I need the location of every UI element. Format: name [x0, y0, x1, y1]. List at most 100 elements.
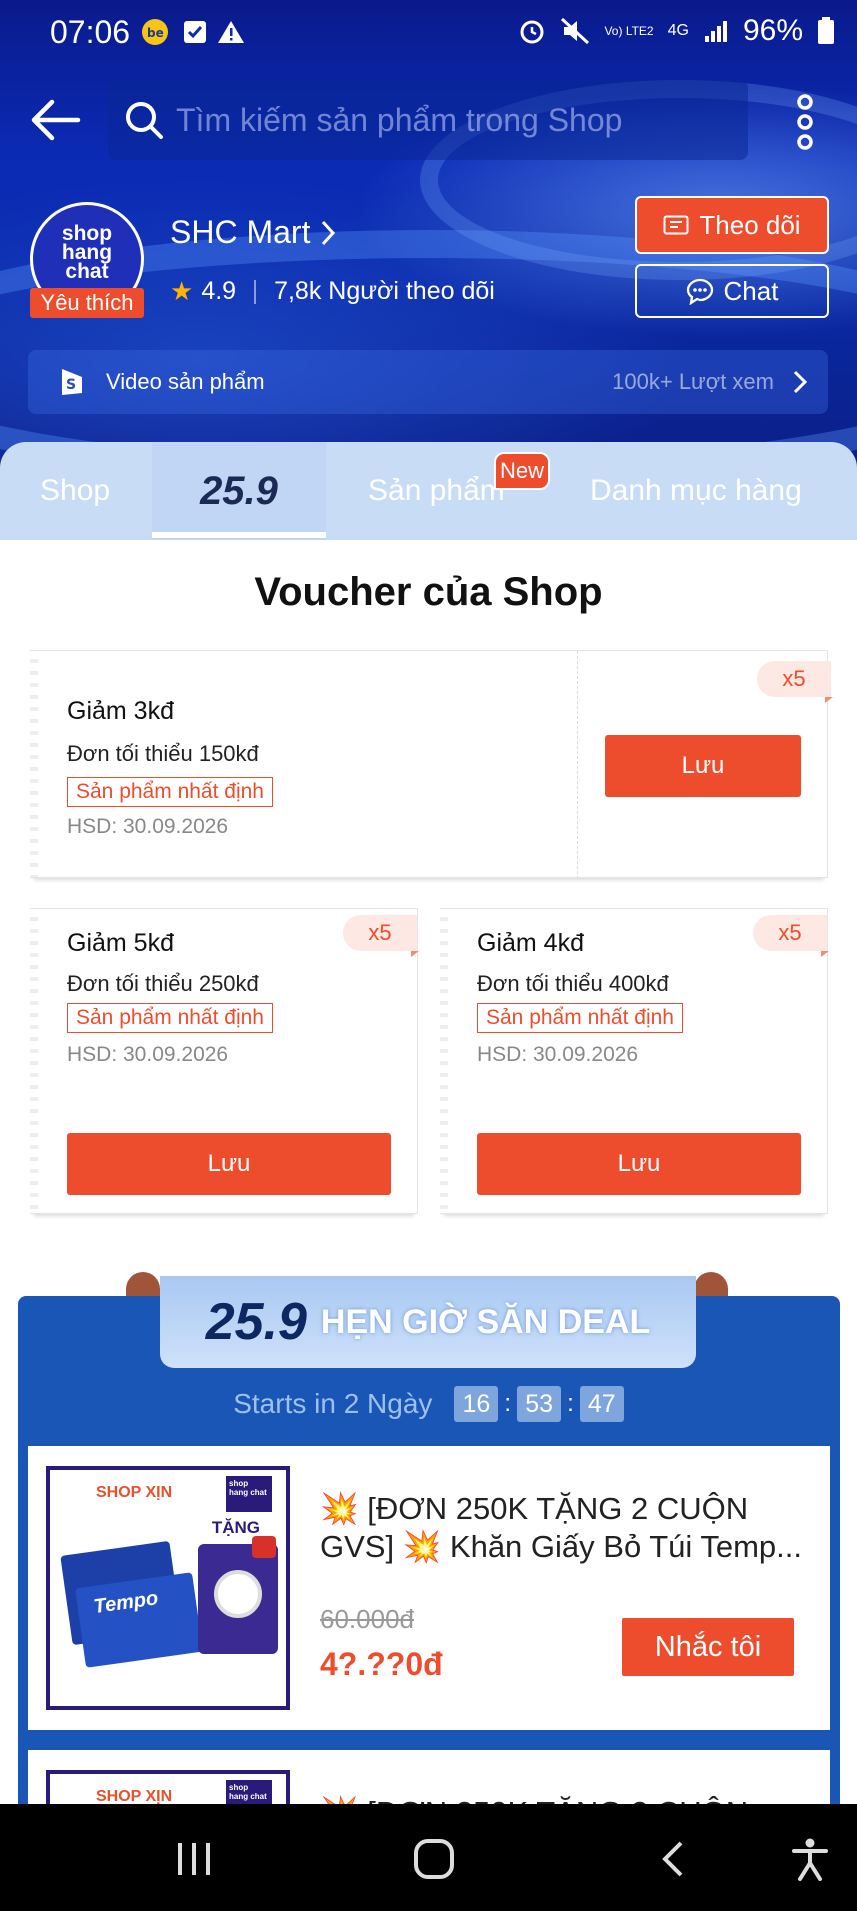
countdown-seconds: 47	[579, 1386, 624, 1422]
alarm-icon	[520, 20, 544, 44]
voucher-min-order: Đơn tối thiểu 400kđ	[477, 971, 669, 996]
thumb-gift-label: TẶNG	[211, 1518, 260, 1537]
video-logo-icon: S	[62, 369, 82, 395]
shop-name-link[interactable]: SHC Mart	[170, 214, 338, 251]
chevron-right-icon	[793, 370, 808, 394]
voucher-discount: Giảm 3kđ	[67, 697, 174, 725]
shop-info: shop hang chat Yêu thích SHC Mart ★ 4.9 …	[0, 196, 857, 330]
status-bar: 07:06 be Vo) LTE2 4G 96%	[0, 0, 857, 66]
voucher-qty-badge: x5	[753, 915, 829, 957]
voucher-edge	[440, 909, 448, 1213]
countdown-colon: :	[567, 1390, 574, 1417]
battery-icon	[818, 17, 834, 44]
shop-tabs: Shop 25.9 Sản phẩm Danh mục hàng	[0, 442, 857, 540]
save-voucher-button[interactable]: Lưu	[477, 1133, 801, 1195]
svg-text:S: S	[66, 377, 76, 393]
voucher-qty-badge: x5	[757, 661, 833, 703]
countdown-minutes: 53	[517, 1386, 562, 1422]
star-icon: ★	[170, 276, 194, 306]
product-old-price: 60.000đ	[320, 1604, 414, 1634]
voucher-discount: Giảm 4kđ	[477, 929, 584, 957]
thumb-ribbon	[252, 1536, 276, 1558]
shop-followers: 7,8k Người theo dõi	[274, 277, 495, 305]
chat-label: Chat	[723, 275, 779, 306]
back-icon[interactable]	[642, 1834, 702, 1884]
save-voucher-button[interactable]: Lưu	[67, 1133, 391, 1195]
system-nav-bar	[0, 1804, 857, 1911]
battery-percent: 96%	[742, 14, 803, 47]
shop-logo-text: shop hang chat	[61, 221, 113, 283]
tab-shop[interactable]: Shop	[40, 442, 110, 540]
warning-icon	[216, 18, 246, 46]
shop-meta: ★ 4.9 7,8k Người theo dõi	[170, 276, 495, 307]
tab-products[interactable]: Sản phẩm	[368, 442, 505, 540]
follow-label: Theo dõi	[699, 209, 801, 240]
signal-icon	[704, 21, 727, 42]
checkbox-notification-icon	[180, 18, 210, 46]
product-thumbnail[interactable]: SHOP XỊN shop hang chat TẶNG Tempo	[46, 1466, 290, 1710]
status-right: Vo) LTE2 4G 96%	[518, 14, 835, 48]
voucher-divider	[577, 651, 578, 879]
recent-apps-icon[interactable]	[164, 1834, 224, 1884]
volte-label: Vo) LTE2	[604, 24, 654, 38]
voucher-card: Giảm 4kđ Đơn tối thiểu 400kđ Sản phẩm nh…	[440, 908, 829, 1214]
thumb-shop-logo: shop hang chat	[226, 1476, 272, 1512]
voucher-discount: Giảm 5kđ	[67, 929, 174, 957]
voucher-tag: Sản phẩm nhất định	[67, 777, 273, 807]
deal-number: 25.9	[205, 1293, 307, 1351]
active-tab-indicator	[152, 532, 326, 538]
search-icon	[126, 102, 163, 139]
product-title[interactable]: 💥 [ĐƠN 250K TẶNG 2 CUỘN GVS] 💥 Khăn Giấy…	[320, 1490, 810, 1566]
voucher-edge	[30, 909, 38, 1213]
voucher-edge	[30, 651, 38, 877]
more-options-icon[interactable]	[787, 94, 823, 150]
voucher-section-title: Voucher của Shop	[254, 570, 603, 614]
product-price: 4?.??0đ	[320, 1646, 443, 1682]
deal-title: HẸN GIỜ SĂN DEAL	[320, 1302, 651, 1341]
deal-countdown: Starts in 2 Ngày 16 : 53 : 47	[0, 1386, 857, 1422]
countdown-colon: :	[504, 1390, 512, 1417]
shop-header: 07:06 be Vo) LTE2 4G 96% Tìm kiếm sản ph…	[0, 0, 857, 470]
shop-name: SHC Mart	[170, 214, 311, 250]
follow-button[interactable]: Theo dõi	[635, 196, 829, 254]
chat-button[interactable]: Chat	[635, 264, 829, 318]
accessibility-icon[interactable]	[780, 1834, 840, 1884]
network-label: 4G	[667, 22, 689, 39]
voucher-min-order: Đơn tối thiểu 150kđ	[67, 741, 259, 766]
thumb-shop-label: SHOP XỊN	[96, 1484, 173, 1501]
favorite-badge: Yêu thích	[30, 288, 144, 318]
voucher-min-order: Đơn tối thiểu 250kđ	[67, 971, 259, 996]
be-app-icon: be	[140, 18, 170, 46]
search-bar[interactable]	[108, 80, 748, 160]
thumb-brand: Tempo	[75, 1572, 203, 1668]
chevron-right-icon	[322, 220, 336, 245]
product-video-bar[interactable]: S Video sản phẩm 100k+ Lượt xem	[28, 350, 828, 414]
voucher-expiry: HSD: 30.09.2026	[477, 1043, 639, 1066]
countdown-hours: 16	[454, 1386, 499, 1422]
voucher-qty-badge: x5	[343, 915, 419, 957]
tab-categories[interactable]: Danh mục hàng	[590, 442, 820, 540]
remind-me-button[interactable]: Nhắc tôi	[622, 1618, 794, 1676]
ticket-icon	[663, 215, 689, 235]
voucher-card: Giảm 3kđ Đơn tối thiểu 150kđ Sản phẩm nh…	[30, 650, 833, 879]
voucher-tag: Sản phẩm nhất định	[67, 1003, 273, 1033]
home-icon[interactable]	[404, 1834, 464, 1884]
voucher-card: Giảm 5kđ Đơn tối thiểu 250kđ Sản phẩm nh…	[30, 908, 419, 1214]
thumb-tissue-roll	[214, 1570, 262, 1618]
tab-25-9[interactable]: 25.9	[152, 442, 326, 540]
video-label: Video sản phẩm	[106, 369, 265, 394]
voucher-expiry: HSD: 30.09.2026	[67, 815, 229, 838]
deal-header: 25.9 HẸN GIỜ SĂN DEAL	[160, 1276, 696, 1368]
voucher-tag: Sản phẩm nhất định	[477, 1003, 683, 1033]
search-input[interactable]	[176, 101, 736, 139]
chat-bubble-icon	[686, 278, 713, 305]
shop-rating: 4.9	[201, 277, 237, 305]
mute-icon	[561, 17, 590, 45]
video-views: 100k+ Lượt xem	[612, 369, 774, 394]
divider	[254, 279, 257, 304]
countdown-label: Starts in 2 Ngày	[233, 1388, 433, 1419]
voucher-expiry: HSD: 30.09.2026	[67, 1043, 229, 1066]
deal-product-card[interactable]: SHOP XỊN shop hang chat TẶNG Tempo 💥 [ĐƠ…	[28, 1446, 830, 1730]
back-arrow-icon[interactable]	[28, 98, 82, 142]
save-voucher-button[interactable]: Lưu	[605, 735, 801, 797]
